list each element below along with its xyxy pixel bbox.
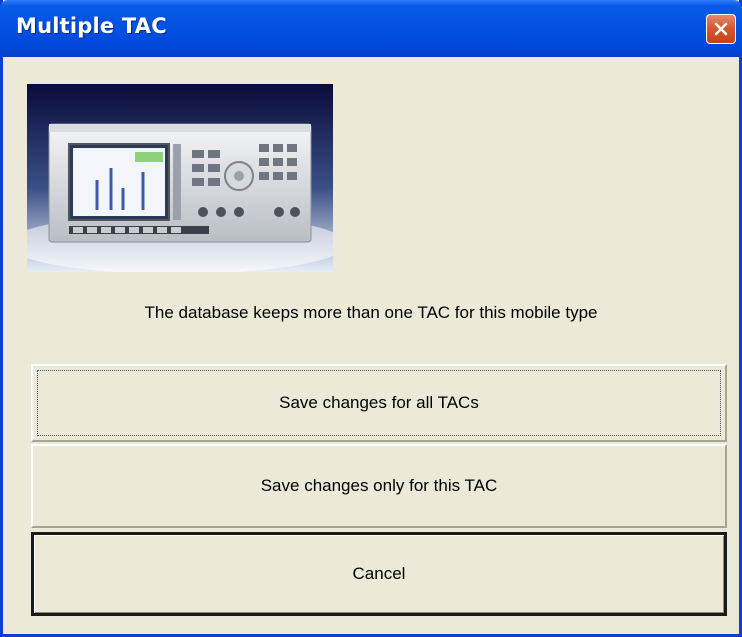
close-button[interactable] [706,14,736,44]
cancel-label: Cancel [352,564,406,583]
cancel-button[interactable]: Cancel [31,532,727,616]
save-this-tac-button[interactable]: Save changes only for this TAC [31,444,727,528]
save-all-tacs-label: Save changes for all TACs [279,393,479,412]
instrument-photo [27,84,333,272]
window-title: Multiple TAC [16,14,167,38]
save-this-tac-label: Save changes only for this TAC [260,476,498,495]
save-all-tacs-button[interactable]: Save changes for all TACs [31,364,727,442]
dialog-window: Multiple TAC The database keeps more tha… [0,0,742,637]
title-bar[interactable]: Multiple TAC [0,0,742,57]
close-icon [712,20,730,38]
dialog-message: The database keeps more than one TAC for… [144,303,598,322]
